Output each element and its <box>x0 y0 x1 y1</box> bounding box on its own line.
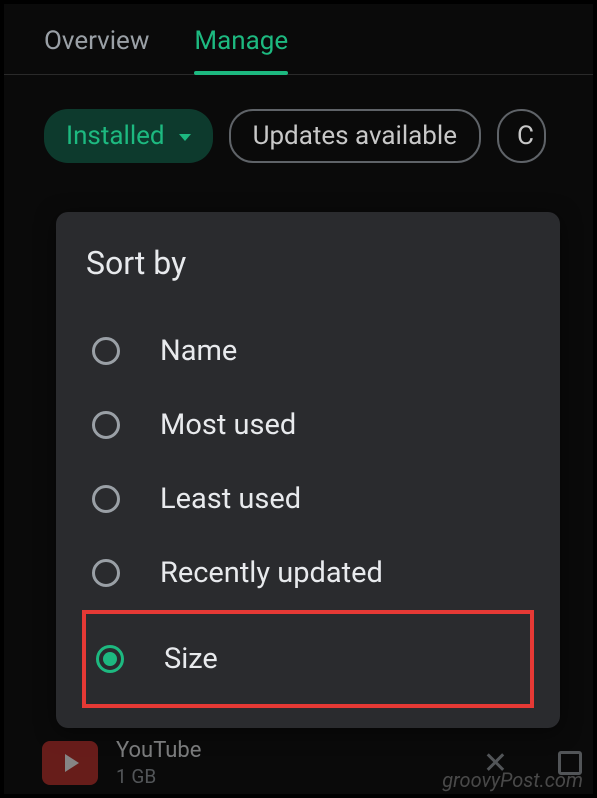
app-size: 1 GB <box>116 765 201 788</box>
sort-option-label: Recently updated <box>160 556 383 590</box>
app-info: YouTube 1 GB <box>116 738 201 788</box>
chip-partial[interactable]: C <box>497 109 546 163</box>
sort-option-most-used[interactable]: Most used <box>86 388 530 462</box>
sort-option-size[interactable]: Size <box>90 622 526 696</box>
sort-option-label: Most used <box>160 408 296 442</box>
radio-icon <box>92 485 120 513</box>
sort-by-dialog: Sort by Name Most used Least used Recent… <box>56 212 560 728</box>
chevron-down-icon <box>179 134 191 141</box>
play-icon <box>65 754 79 772</box>
chip-updates-available[interactable]: Updates available <box>229 109 481 163</box>
radio-icon <box>92 411 120 439</box>
radio-icon <box>92 337 120 365</box>
chip-installed[interactable]: Installed <box>44 109 213 163</box>
sort-title: Sort by <box>86 244 530 282</box>
radio-icon <box>92 559 120 587</box>
watermark: groovyPost.com <box>442 768 583 792</box>
radio-selected-icon <box>96 645 124 673</box>
chip-partial-label: C <box>517 121 534 151</box>
sort-option-label: Least used <box>160 482 301 516</box>
sort-option-label: Size <box>164 642 218 676</box>
filter-chips-row: Installed Updates available C <box>4 75 593 163</box>
sort-option-label: Name <box>160 334 237 368</box>
chip-installed-label: Installed <box>66 121 165 151</box>
sort-option-recently-updated[interactable]: Recently updated <box>86 536 530 610</box>
chip-updates-label: Updates available <box>253 121 457 151</box>
highlight-annotation: Size <box>82 610 534 708</box>
tabs-bar: Overview Manage <box>4 4 593 75</box>
sort-option-least-used[interactable]: Least used <box>86 462 530 536</box>
tab-overview[interactable]: Overview <box>44 26 149 74</box>
tab-manage[interactable]: Manage <box>194 26 288 74</box>
sort-option-name[interactable]: Name <box>86 314 530 388</box>
app-name: YouTube <box>116 738 201 763</box>
youtube-icon <box>42 741 98 785</box>
